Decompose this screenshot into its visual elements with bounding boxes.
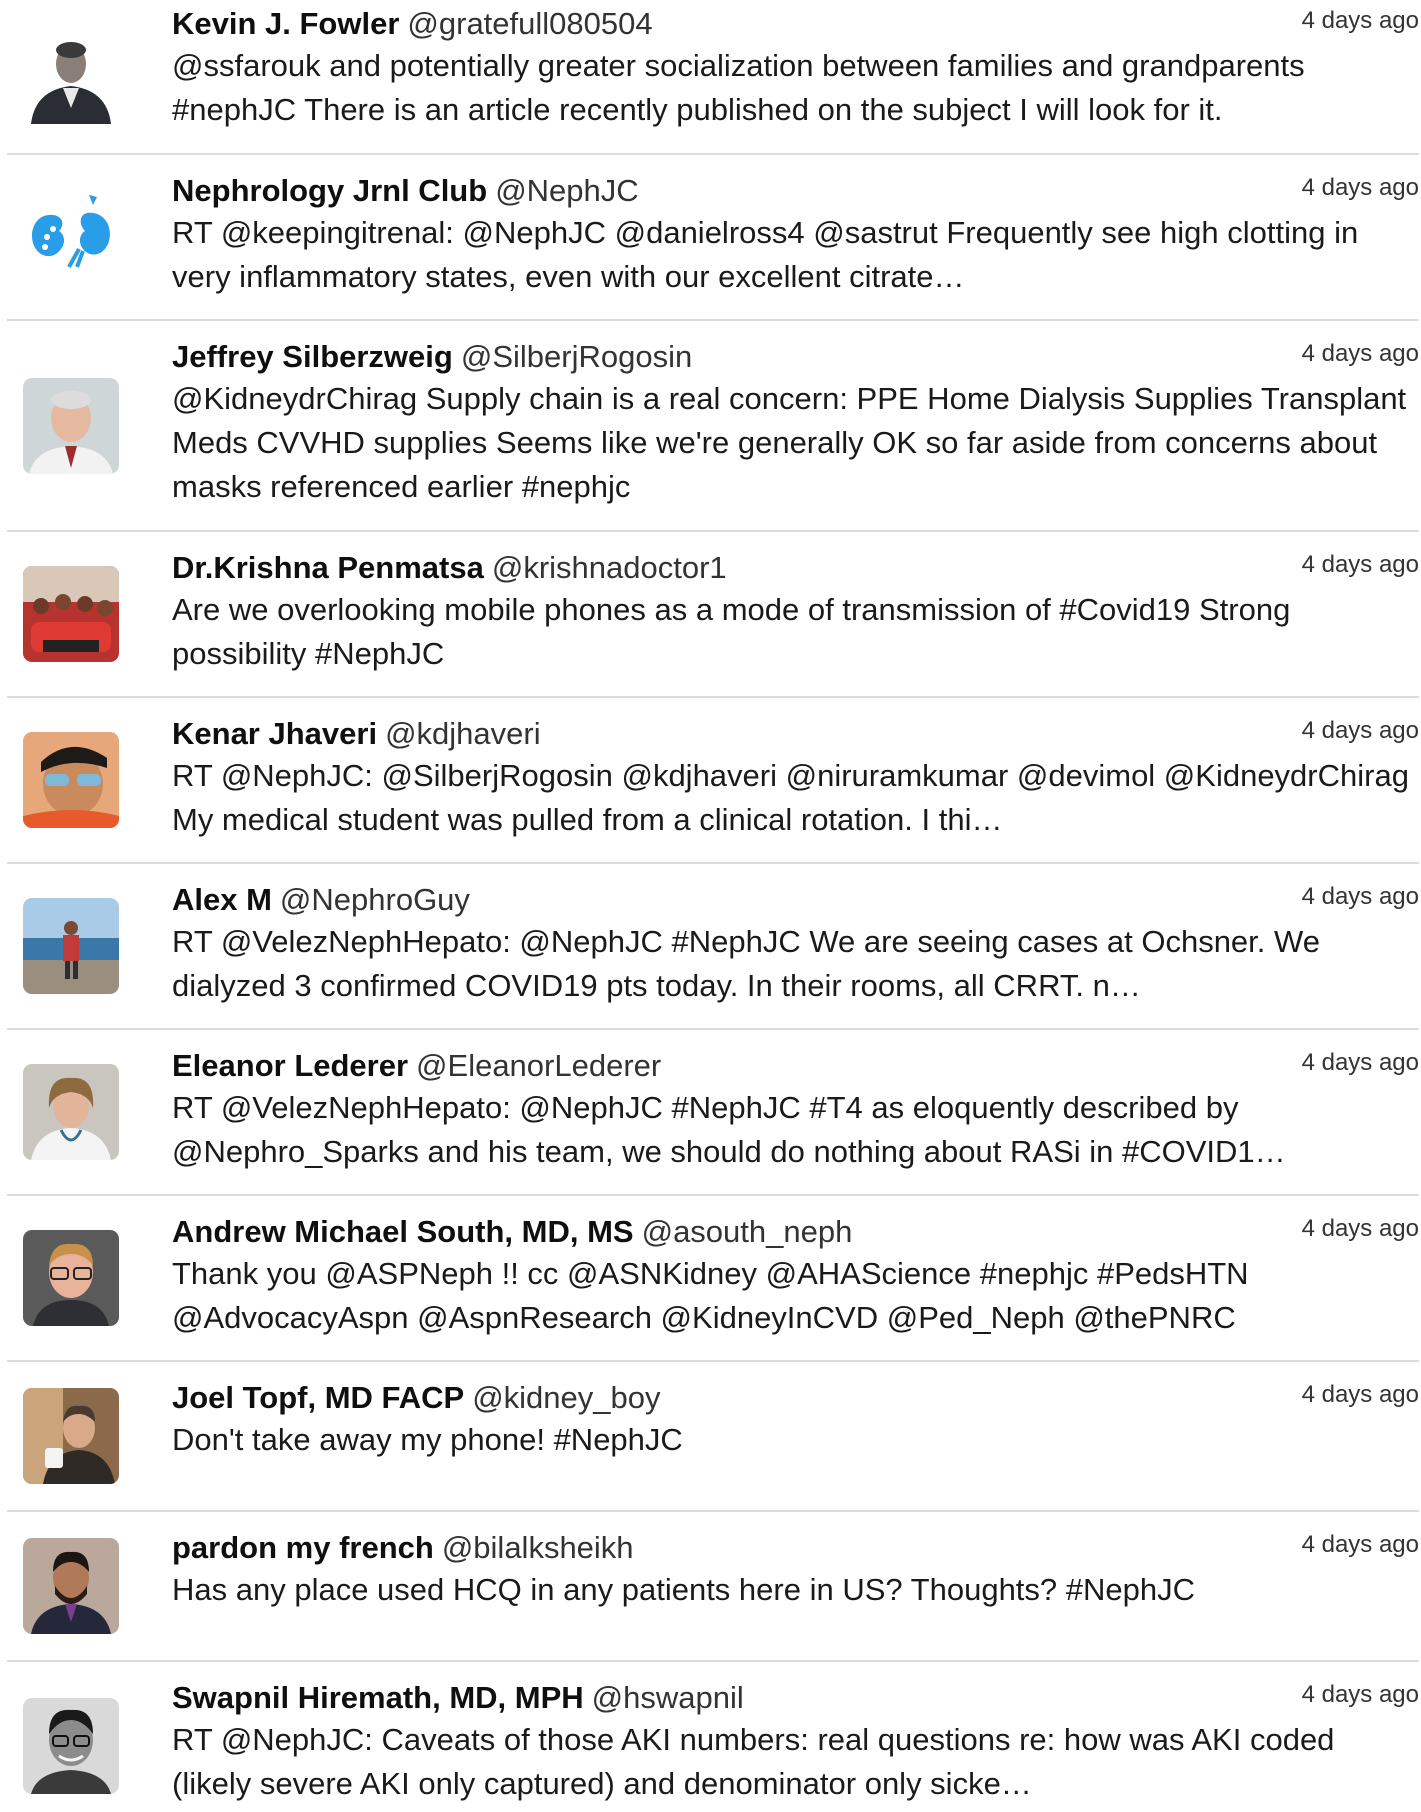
tweet-text: RT @VelezNephHepato: @NephJC #NephJC We …	[172, 924, 1320, 1003]
tweet-item[interactable]: Kevin J. Fowler @gratefull080504 4 days a…	[7, 0, 1419, 155]
author-name[interactable]: Swapnil Hiremath, MD, MPH	[172, 1680, 584, 1715]
tweet-item[interactable]: Swapnil Hiremath, MD, MPH @hswapnil 4 day…	[7, 1662, 1419, 1812]
timestamp: 4 days ago	[1301, 1531, 1419, 1558]
avatar-photo-icon	[23, 1064, 119, 1160]
author-handle[interactable]: @kidney_boy	[472, 1380, 660, 1415]
author-name[interactable]: Alex M	[172, 882, 272, 917]
tweet-item[interactable]: Joel Topf, MD FACP @kidney_boy 4 days ago…	[7, 1362, 1419, 1512]
timestamp: 4 days ago	[1301, 1381, 1419, 1408]
avatar[interactable]	[23, 1538, 119, 1634]
tweet-item[interactable]: Alex M @NephroGuy 4 days ago RT @VelezNep…	[7, 864, 1419, 1030]
author-handle[interactable]: @SilberjRogosin	[461, 339, 692, 374]
tweet-feed: Kevin J. Fowler @gratefull080504 4 days a…	[0, 0, 1421, 1812]
avatar-photo-icon	[23, 1538, 119, 1634]
timestamp: 4 days ago	[1301, 1049, 1419, 1076]
avatar-photo-icon	[23, 1698, 119, 1794]
avatar[interactable]	[23, 566, 119, 662]
avatar-photo-icon	[23, 28, 119, 124]
author-name[interactable]: Kenar Jhaveri	[172, 716, 377, 751]
avatar[interactable]	[23, 1064, 119, 1160]
avatar[interactable]	[23, 378, 119, 474]
author-name[interactable]: Nephrology Jrnl Club	[172, 173, 487, 208]
avatar[interactable]	[23, 185, 119, 281]
author-handle[interactable]: @NephJC	[495, 173, 638, 208]
timestamp: 4 days ago	[1301, 1215, 1419, 1242]
tweet-text: Don't take away my phone! #NephJC	[172, 1422, 683, 1457]
author-name[interactable]: Joel Topf, MD FACP	[172, 1380, 464, 1415]
author-name[interactable]: Dr.Krishna Penmatsa	[172, 550, 484, 585]
timestamp: 4 days ago	[1301, 174, 1419, 201]
avatar[interactable]	[23, 1388, 119, 1484]
tweet-text: RT @VelezNephHepato: @NephJC #NephJC #T4…	[172, 1090, 1286, 1169]
tweet-item[interactable]: pardon my french @bilalksheikh 4 days ago…	[7, 1512, 1419, 1662]
avatar[interactable]	[23, 732, 119, 828]
avatar-photo-icon	[23, 732, 119, 828]
author-handle[interactable]: @krishnadoctor1	[492, 550, 727, 585]
tweet-text: RT @NephJC: Caveats of those AKI numbers…	[172, 1722, 1335, 1801]
tweet-text: @ssfarouk and potentially greater social…	[172, 48, 1305, 127]
avatar[interactable]	[23, 1698, 119, 1794]
author-name[interactable]: Eleanor Lederer	[172, 1048, 408, 1083]
tweet-item[interactable]: Andrew Michael South, MD, MS @asouth_neph…	[7, 1196, 1419, 1362]
author-handle[interactable]: @hswapnil	[592, 1680, 744, 1715]
avatar-photo-icon	[23, 566, 119, 662]
tweet-item[interactable]: Dr.Krishna Penmatsa @krishnadoctor1 4 day…	[7, 532, 1419, 698]
author-name[interactable]: Kevin J. Fowler	[172, 6, 399, 41]
tweet-text: RT @keepingitrenal: @NephJC @danielross4…	[172, 215, 1359, 294]
avatar-photo-icon	[23, 1388, 119, 1484]
tweet-text: Thank you @ASPNeph !! cc @ASNKidney @AHA…	[172, 1256, 1249, 1335]
timestamp: 4 days ago	[1301, 717, 1419, 744]
avatar[interactable]	[23, 1230, 119, 1326]
timestamp: 4 days ago	[1301, 1681, 1419, 1708]
tweet-text: @KidneydrChirag Supply chain is a real c…	[172, 381, 1407, 504]
author-handle[interactable]: @kdjhaveri	[385, 716, 541, 751]
author-handle[interactable]: @gratefull080504	[407, 6, 652, 41]
author-handle[interactable]: @NephroGuy	[280, 882, 470, 917]
tweet-item[interactable]: Kenar Jhaveri @kdjhaveri 4 days ago RT @N…	[7, 698, 1419, 864]
author-handle[interactable]: @bilalksheikh	[442, 1530, 634, 1565]
tweet-text: Has any place used HCQ in any patients h…	[172, 1572, 1196, 1607]
tweet-item[interactable]: Jeffrey Silberzweig @SilberjRogosin 4 day…	[7, 321, 1419, 532]
timestamp: 4 days ago	[1301, 551, 1419, 578]
tweet-text: Are we overlooking mobile phones as a mo…	[172, 592, 1291, 671]
tweet-item[interactable]: Eleanor Lederer @EleanorLederer 4 days ag…	[7, 1030, 1419, 1196]
author-handle[interactable]: @asouth_neph	[642, 1214, 853, 1249]
avatar-photo-icon	[23, 378, 119, 474]
tweet-text: RT @NephJC: @SilberjRogosin @kdjhaveri @…	[172, 758, 1409, 837]
timestamp: 4 days ago	[1301, 7, 1419, 34]
avatar-photo-icon	[23, 898, 119, 994]
timestamp: 4 days ago	[1301, 883, 1419, 910]
avatar[interactable]	[23, 28, 119, 124]
avatar-photo-icon	[23, 1230, 119, 1326]
tweet-item[interactable]: Nephrology Jrnl Club @NephJC 4 days ago R…	[7, 155, 1419, 321]
author-name[interactable]: Jeffrey Silberzweig	[172, 339, 453, 374]
author-name[interactable]: pardon my french	[172, 1530, 434, 1565]
timestamp: 4 days ago	[1301, 340, 1419, 367]
author-handle[interactable]: @EleanorLederer	[416, 1048, 661, 1083]
author-name[interactable]: Andrew Michael South, MD, MS	[172, 1214, 634, 1249]
kidney-logo-icon	[23, 185, 119, 281]
avatar[interactable]	[23, 898, 119, 994]
